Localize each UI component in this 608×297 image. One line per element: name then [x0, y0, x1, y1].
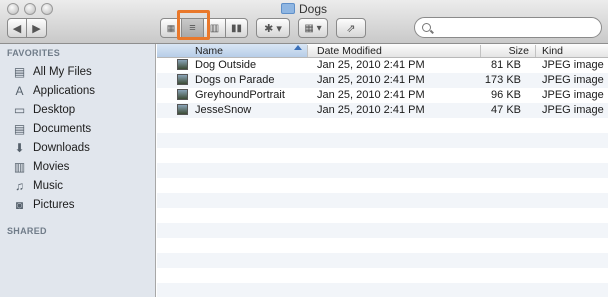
search-icon: [422, 23, 431, 32]
column-header-kind[interactable]: Kind: [535, 44, 608, 58]
sidebar-item-music[interactable]: ♫ Music: [12, 176, 152, 195]
arrange-menu-button[interactable]: ▦ ▾: [298, 18, 328, 38]
file-size: 47 KB: [491, 104, 521, 116]
table-row-empty: [157, 208, 608, 223]
file-size: 173 KB: [484, 74, 521, 86]
column-header-label: Date Modified: [317, 45, 382, 57]
table-row[interactable]: Dogs on Parade Jan 25, 2010 2:41 PM 173 …: [157, 73, 608, 88]
desktop-icon: ▭: [13, 102, 26, 117]
toolbar: Dogs ◀ ▶ ▦ ≡ ▥ ▮▮ ✱ ▾ ▦ ▾ ⇗: [0, 0, 608, 44]
finder-window: Dogs ◀ ▶ ▦ ≡ ▥ ▮▮ ✱ ▾ ▦ ▾ ⇗ FAVORITES ▤ …: [0, 0, 608, 297]
sidebar-item-downloads[interactable]: ⬇ Downloads: [12, 138, 152, 157]
sidebar-item-label: Movies: [33, 160, 70, 173]
forward-button[interactable]: ▶: [27, 18, 47, 38]
sidebar: FAVORITES ▤ All My Files A Applications …: [0, 44, 156, 297]
file-kind: JPEG image: [542, 74, 604, 86]
icon-view-icon: ▦: [166, 22, 176, 33]
shared-header: SHARED: [7, 226, 47, 236]
list-view-highlight: [177, 10, 210, 40]
file-date: Jan 25, 2010 2:41 PM: [317, 89, 425, 101]
column-header-label: Size: [508, 45, 529, 57]
jpeg-file-icon: [177, 104, 188, 115]
column-header-label: Kind: [542, 45, 564, 57]
sidebar-item-movies[interactable]: ▥ Movies: [12, 157, 152, 176]
coverflow-view-icon: ▮▮: [230, 22, 242, 34]
music-icon: ♫: [15, 178, 24, 193]
file-list: Name Date Modified Size Kind Dog Outside…: [157, 44, 608, 297]
column-header-label: Name: [195, 45, 224, 57]
column-header-date[interactable]: Date Modified: [307, 44, 480, 58]
table-row[interactable]: GreyhoundPortrait Jan 25, 2010 2:41 PM 9…: [157, 88, 608, 103]
forward-arrow-icon: ▶: [32, 22, 41, 35]
sidebar-item-pictures[interactable]: ◙ Pictures: [12, 195, 152, 214]
file-size: 96 KB: [491, 89, 521, 101]
sidebar-item-documents[interactable]: ▤ Documents: [12, 119, 152, 138]
file-size: 81 KB: [491, 59, 521, 71]
sidebar-item-all-my-files[interactable]: ▤ All My Files: [12, 62, 152, 81]
column-view-icon: ▥: [209, 22, 220, 34]
sidebar-item-label: All My Files: [33, 65, 92, 78]
share-button[interactable]: ⇗: [336, 18, 366, 38]
table-row-empty: [157, 283, 608, 297]
file-kind: JPEG image: [542, 104, 604, 116]
movies-icon: ▥: [13, 159, 26, 174]
share-icon: ⇗: [346, 22, 356, 35]
gear-icon: ✱ ▾: [264, 22, 282, 35]
search-input[interactable]: [437, 20, 597, 35]
back-button[interactable]: ◀: [7, 18, 27, 38]
jpeg-file-icon: [177, 59, 188, 70]
column-header-size[interactable]: Size: [480, 44, 535, 58]
coverflow-view-button[interactable]: ▮▮: [226, 18, 248, 38]
sidebar-item-label: Applications: [33, 84, 96, 97]
sidebar-item-label: Pictures: [33, 198, 75, 211]
table-row-empty: [157, 148, 608, 163]
pictures-icon: ◙: [15, 197, 24, 212]
action-menu-button[interactable]: ✱ ▾: [256, 18, 290, 38]
file-date: Jan 25, 2010 2:41 PM: [317, 104, 425, 116]
table-row-empty: [157, 118, 608, 133]
file-name: JesseSnow: [195, 104, 252, 116]
applications-icon: A: [15, 83, 24, 98]
table-row-empty: [157, 268, 608, 283]
sidebar-item-applications[interactable]: A Applications: [12, 81, 152, 100]
table-row[interactable]: Dog Outside Jan 25, 2010 2:41 PM 81 KB J…: [157, 58, 608, 73]
file-date: Jan 25, 2010 2:41 PM: [317, 59, 425, 71]
sidebar-item-label: Desktop: [33, 103, 76, 116]
sidebar-item-desktop[interactable]: ▭ Desktop: [12, 100, 152, 119]
window-title-text: Dogs: [298, 2, 327, 16]
table-row-empty: [157, 193, 608, 208]
table-row-empty: [157, 133, 608, 148]
file-date: Jan 25, 2010 2:41 PM: [317, 74, 425, 86]
table-row-empty: [157, 253, 608, 268]
file-name: GreyhoundPortrait: [195, 89, 285, 101]
table-row-empty: [157, 223, 608, 238]
search-field[interactable]: [414, 17, 602, 38]
table-row-empty: [157, 178, 608, 193]
downloads-icon: ⬇: [14, 140, 25, 155]
folder-icon: [280, 3, 295, 14]
table-row[interactable]: JesseSnow Jan 25, 2010 2:41 PM 47 KB JPE…: [157, 103, 608, 118]
favorites-header: FAVORITES: [7, 48, 61, 58]
all-files-icon: ▤: [13, 64, 26, 79]
documents-icon: ▤: [13, 121, 26, 136]
jpeg-file-icon: [177, 74, 188, 85]
file-name: Dogs on Parade: [195, 74, 275, 86]
sort-ascending-icon: [294, 45, 302, 50]
arrange-grid-icon: ▦ ▾: [304, 22, 322, 34]
sidebar-item-label: Documents: [33, 122, 92, 135]
column-header-name[interactable]: Name: [157, 44, 307, 58]
table-row-empty: [157, 163, 608, 178]
file-name: Dog Outside: [195, 59, 257, 71]
sidebar-item-label: Downloads: [33, 141, 90, 154]
file-kind: JPEG image: [542, 89, 604, 101]
table-row-empty: [157, 238, 608, 253]
back-arrow-icon: ◀: [12, 22, 22, 35]
jpeg-file-icon: [177, 89, 188, 100]
file-kind: JPEG image: [542, 59, 604, 71]
window-title: Dogs: [0, 2, 608, 16]
sidebar-item-label: Music: [33, 179, 64, 192]
